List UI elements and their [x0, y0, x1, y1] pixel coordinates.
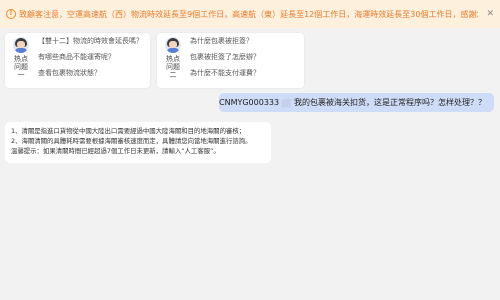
- user-message-text: 我的包裹被海关扣货，这是正常程序吗？怎样处理？？: [294, 98, 486, 107]
- bot-message-line: 1、清關是指進口貨物從中國大陸出口需要經過中國大陸海關和目的地海關的審核；: [11, 127, 246, 135]
- faq-label: 热点问题一: [14, 55, 28, 79]
- faq-item[interactable]: 為什麼包裹被拒簽？: [190, 37, 260, 45]
- bot-message-line: 2、海關清關的具體耗時需要根據海關審核速度而定，具體請您向當地海關進行諮詢。: [11, 137, 252, 145]
- faq-label: 热点问题二: [166, 55, 180, 79]
- notice-text: 致顧客注意，空運高速航（西）物流時效延長至9個工作日，高速航（東）延長至12個工…: [19, 9, 478, 19]
- faq-item[interactable]: 有哪些商品不能運寄呢？: [38, 53, 143, 61]
- faq-side: 热点问题一: [10, 37, 32, 79]
- user-message-bubble: CNMYG000333 我的包裹被海关扣货，这是正常程序吗？怎样处理？？: [219, 93, 494, 112]
- bot-message-bubble: 1、清關是指進口貨物從中國大陸出口需要經過中國大陸海關和目的地海關的審核； 2、…: [5, 122, 271, 163]
- faq-item[interactable]: 包裹被拒簽了怎麼辦？: [190, 53, 260, 61]
- redacted-text: [282, 98, 291, 107]
- notice-bar: ! 致顧客注意，空運高速航（西）物流時效延長至9個工作日，高速航（東）延長至12…: [0, 0, 500, 28]
- faq-list: 為什麼包裹被拒簽？ 包裹被拒簽了怎麼辦？ 為什麼不能支付運費？: [190, 37, 260, 85]
- faq-side: 热点问题二: [162, 37, 184, 79]
- order-id: CNMYG000333: [219, 98, 280, 107]
- faq-card-1: 热点问题一 【雙十二】物流的時效會延長嗎？ 有哪些商品不能運寄呢？ 查看包裹物流…: [5, 33, 150, 88]
- avatar: [165, 37, 181, 53]
- faq-item[interactable]: 【雙十二】物流的時效會延長嗎？: [38, 37, 143, 45]
- close-icon[interactable]: ✕: [482, 9, 494, 19]
- faq-card-2: 热点问题二 為什麼包裹被拒簽？ 包裹被拒簽了怎麼辦？ 為什麼不能支付運費？: [157, 33, 304, 88]
- faq-item[interactable]: 查看包裹物流狀態？: [38, 69, 143, 77]
- faq-item[interactable]: 為什麼不能支付運費？: [190, 69, 260, 77]
- avatar: [13, 37, 29, 53]
- faq-list: 【雙十二】物流的時效會延長嗎？ 有哪些商品不能運寄呢？ 查看包裹物流狀態？: [38, 37, 143, 85]
- warning-circle-icon: !: [6, 9, 16, 19]
- bot-message-line: 溫馨提示：如果清關時間已經超過7個工作日未更新，請輸入“人工客服”。: [11, 147, 220, 155]
